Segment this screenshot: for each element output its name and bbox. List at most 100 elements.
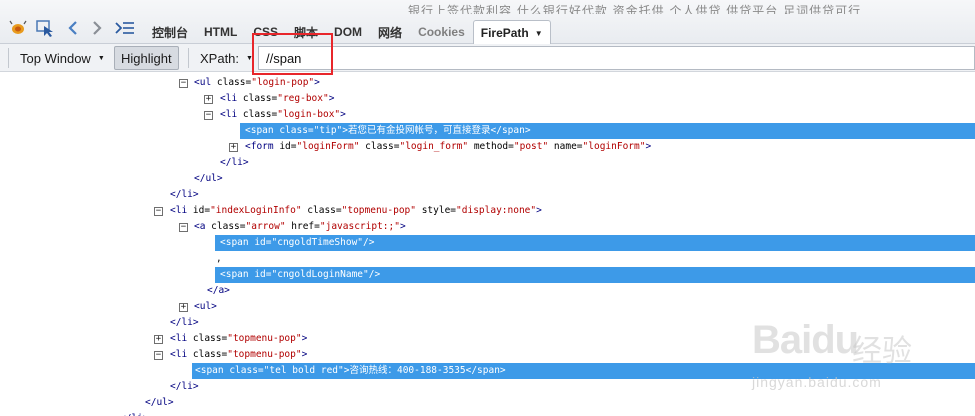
code-token: "arrow" — [245, 221, 286, 232]
tree-node-code: <form id="loginForm" class="login_form" … — [245, 139, 651, 155]
tab-firepath-label: FirePath — [480, 26, 529, 40]
tree-row[interactable]: </li> — [0, 411, 975, 416]
code-token: name= — [548, 141, 583, 152]
tab-firepath[interactable]: FirePath ▼ — [472, 20, 551, 46]
collapse-icon[interactable]: − — [204, 111, 213, 120]
tree-row[interactable]: <span class="tip">若您已有金投网帐号，可直接登录</span> — [0, 123, 975, 139]
tree-row[interactable]: </ul> — [0, 171, 975, 187]
code-token: class= — [242, 93, 278, 104]
back-arrow-icon[interactable] — [66, 18, 80, 38]
tree-row[interactable]: <span id="cngoldTimeShow"/> — [0, 235, 975, 251]
code-token: > — [328, 93, 335, 104]
tree-row[interactable]: , — [0, 251, 975, 267]
tab-dom[interactable]: DOM — [326, 19, 370, 45]
code-token: <li — [220, 93, 243, 104]
code-token: "login-pop" — [251, 77, 315, 88]
tab-html[interactable]: HTML — [196, 19, 245, 45]
code-token: class= — [216, 77, 252, 88]
devtools-tabbar: 银行上签代款利容 什么银行好代款 资金托供 个人供贷 供贷平台 足词供贷可行 控… — [0, 0, 975, 46]
expand-icon[interactable]: + — [204, 95, 213, 104]
code-token: /> — [363, 237, 375, 248]
tree-row[interactable]: − <li class="topmenu-pop"> — [0, 347, 975, 363]
tree-row[interactable]: − <ul class="login-pop"> — [0, 75, 975, 91]
chevron-down-icon: ▼ — [97, 54, 105, 62]
code-token: "javascript:;" — [319, 221, 400, 232]
code-token: id= — [254, 237, 272, 248]
code-token: id= — [279, 141, 297, 152]
tree-row[interactable]: + <ul> — [0, 299, 975, 315]
code-token: <ul> — [194, 301, 217, 312]
code-token: </ul> — [145, 397, 174, 408]
tree-row[interactable]: + <li class="reg-box"> — [0, 91, 975, 107]
tree-node-code: <li id="indexLoginInfo" class="topmenu-p… — [170, 203, 542, 219]
tree-node-code: </ul> — [194, 171, 223, 187]
tree-node-code: <span class="tel bold red">咨询热线：400-188-… — [195, 363, 506, 379]
forward-arrow-icon[interactable] — [90, 18, 104, 38]
tree-row[interactable]: − <a class="arrow" href="javascript:;"> — [0, 219, 975, 235]
firebug-icon[interactable] — [8, 18, 28, 38]
code-token: <span — [220, 237, 255, 248]
code-token: <a — [194, 221, 212, 232]
tree-row[interactable]: − <li id="indexLoginInfo" class="topmenu-… — [0, 203, 975, 219]
tree-node-code: <li class="topmenu-pop"> — [170, 347, 307, 363]
tree-node-code: </li> — [170, 379, 199, 395]
expand-icon[interactable]: + — [154, 335, 163, 344]
tree-node-code: <span id="cngoldTimeShow"/> — [220, 235, 374, 251]
code-token: </a> — [207, 285, 230, 296]
collapse-icon[interactable]: − — [154, 351, 163, 360]
tree-row[interactable]: + <li class="topmenu-pop"> — [0, 331, 975, 347]
tree-node-code: <a class="arrow" href="javascript:;"> — [194, 219, 406, 235]
code-token: class= — [192, 349, 228, 360]
top-window-label: Top Window — [20, 50, 91, 66]
code-token: "login_form" — [399, 141, 469, 152]
code-token: > — [301, 349, 308, 360]
tab-cookies[interactable]: Cookies — [410, 19, 473, 45]
code-token: href= — [285, 221, 320, 232]
tree-row[interactable]: </ul> — [0, 395, 975, 411]
code-token: </li> — [170, 189, 199, 200]
tree-row[interactable]: − <li class="login-box"> — [0, 107, 975, 123]
code-token: "loginForm" — [582, 141, 646, 152]
highlight-button[interactable]: Highlight — [114, 46, 179, 70]
tree-row[interactable]: </li> — [0, 187, 975, 203]
tree-node-code: <li class="login-box"> — [220, 107, 346, 123]
chevron-down-icon: ▼ — [246, 54, 253, 62]
expand-icon[interactable]: + — [229, 143, 238, 152]
tab-net[interactable]: 网络 — [370, 19, 410, 45]
tree-row[interactable]: <span id="cngoldLoginName"/> — [0, 267, 975, 283]
collapse-icon[interactable]: − — [179, 79, 188, 88]
expand-icon[interactable]: + — [179, 303, 188, 312]
tab-script[interactable]: 脚本 — [286, 19, 326, 45]
tab-css[interactable]: CSS — [245, 19, 286, 45]
tree-node-code: </a> — [207, 283, 230, 299]
tree-node-code: , — [216, 251, 222, 267]
tree-row[interactable]: </li> — [0, 155, 975, 171]
tree-node-code: </li> — [220, 155, 249, 171]
code-token: <form — [245, 141, 280, 152]
inspect-element-icon[interactable] — [34, 18, 56, 38]
code-token: > — [301, 333, 308, 344]
collapse-icon[interactable]: − — [179, 223, 188, 232]
xpath-selector-dropdown[interactable]: XPath: ▼ — [194, 46, 259, 70]
command-line-icon[interactable] — [114, 18, 136, 38]
tree-row[interactable]: + <form id="loginForm" class="login_form"… — [0, 139, 975, 155]
code-token: "display:none" — [456, 205, 537, 216]
top-window-dropdown[interactable]: Top Window ▼ — [14, 46, 111, 70]
code-token: > — [536, 205, 542, 216]
tab-console[interactable]: 控制台 — [144, 19, 196, 45]
tree-row[interactable]: </a> — [0, 283, 975, 299]
code-token: </ul> — [194, 173, 223, 184]
code-token: 若您已有金投网帐号，可直接登录 — [348, 125, 491, 136]
collapse-icon[interactable]: − — [154, 207, 163, 216]
xpath-input[interactable] — [258, 46, 975, 70]
code-token: "cngoldTimeShow" — [271, 237, 364, 248]
code-token: </li> — [170, 381, 199, 392]
tree-row[interactable]: </li> — [0, 379, 975, 395]
tree-node-code: <span id="cngoldLoginName"/> — [220, 267, 380, 283]
toolbar-separator — [188, 48, 189, 68]
code-token: class= — [192, 333, 228, 344]
code-token: > — [314, 77, 320, 88]
tree-row[interactable]: <span class="tel bold red">咨询热线：400-188-… — [0, 363, 975, 379]
code-token: <li — [170, 349, 193, 360]
tree-row[interactable]: </li> — [0, 315, 975, 331]
